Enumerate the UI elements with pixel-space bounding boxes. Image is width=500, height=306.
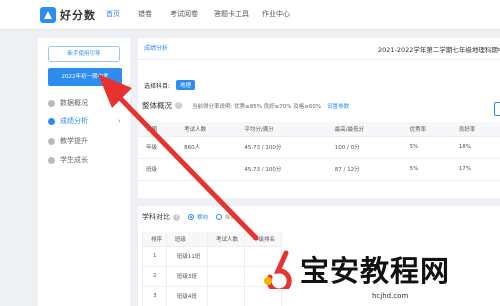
column-header: 范围 — [138, 122, 177, 137]
app-logo[interactable]: 好分数 — [40, 7, 96, 23]
sidebar-item-label: 数据概况 — [60, 99, 88, 107]
table-cell: 5% — [401, 158, 451, 181]
sidebar-item-label: 学生成长 — [60, 156, 88, 164]
sidebar-item-score-analysis[interactable]: 成绩分析 › — [48, 116, 121, 126]
watermark-logo-icon — [264, 250, 292, 289]
nav-answer-card-tool[interactable]: 答题卡工具 — [214, 9, 249, 19]
subject-selector: 选择科目: 地理 — [144, 80, 196, 90]
sidebar-item-teaching-improve[interactable]: 教学提升 — [48, 136, 88, 146]
nav-homework-center[interactable]: 作业中心 — [262, 9, 290, 19]
chevron-right-icon: › — [118, 117, 121, 125]
table-cell — [176, 158, 237, 181]
table-cell: 3 — [142, 286, 167, 306]
bulb-icon — [48, 137, 55, 145]
help-icon[interactable]: ? — [173, 213, 180, 221]
column-header: 排序 — [142, 232, 167, 247]
table-cell: 班级3班 — [166, 266, 209, 287]
app-name: 好分数 — [60, 9, 96, 22]
table-row: 班级 45.73 / 100分 87 / 12分 5% 17% — [138, 158, 500, 181]
help-icon[interactable]: ? — [175, 102, 182, 109]
set-params-link[interactable]: 设置参数 — [327, 102, 349, 110]
table-cell: 87 / 12分 — [326, 158, 402, 181]
column-header: 良好率 — [450, 122, 500, 137]
table-cell: 17% — [450, 158, 500, 181]
table-cell — [207, 286, 245, 306]
table-cell: 班级 — [138, 158, 177, 181]
section-divider — [138, 198, 500, 206]
column-header: 班级 — [166, 232, 209, 247]
table-cell: 年级 — [138, 136, 177, 159]
rate-note: 当前得分率说明: 优秀≥85% 良好≥70% 及格≥60% — [192, 103, 322, 110]
radio-vertical-label[interactable]: 纵向 — [225, 213, 236, 221]
subject-label: 选择科目: — [144, 82, 171, 90]
nav-error-papers[interactable]: 错卷 — [138, 9, 152, 19]
column-header: 最高/最低分 — [326, 122, 402, 137]
table-header-row: 排序 班级 考试人数 年级排名 — [142, 232, 283, 247]
column-header: 考试人数 — [176, 122, 237, 137]
tab-bar: 成绩分析 2021-2022学年第二学期七年级地理科期中考 — [138, 38, 500, 60]
sidebar-item-label: 成绩分析 — [60, 117, 88, 125]
table-row: 年级 860人 45.73 / 100分 100 / 0分 5% 18% — [138, 136, 500, 159]
table-cell: 班级11班 — [166, 246, 209, 267]
sidebar-item-data-overview[interactable]: 数据概况 — [48, 98, 88, 108]
table-cell: 5% — [401, 136, 451, 159]
column-header: 优秀率 — [401, 122, 451, 137]
compare-header: 学科对比 ? 横向 纵向 — [142, 212, 236, 222]
nav-home[interactable]: 首页 — [106, 9, 120, 19]
overview-table: 范围 考试人数 平均分/满分 最高/最低分 优秀率 良好率 年级 860人 45… — [138, 122, 500, 181]
column-header: 考试人数 — [207, 232, 245, 247]
watermark: 宝安教程网 — [258, 248, 450, 290]
exam-title: 2021-2022学年第二学期七年级地理科期中考 — [378, 46, 500, 54]
sidebar: 新手使用引导 2022年初一期中考 数据概况 成绩分析 › 教学提升 学生成长 — [38, 38, 130, 306]
table-cell: 860人 — [176, 136, 237, 159]
table-header-row: 范围 考试人数 平均分/满分 最高/最低分 优秀率 良好率 — [138, 122, 500, 137]
radio-vertical[interactable] — [216, 214, 223, 220]
radio-horizontal[interactable] — [188, 214, 194, 220]
top-nav-bar: 好分数 首页 错卷 考试阅卷 答题卡工具 作业中心 — [0, 0, 500, 30]
chart-icon — [48, 99, 55, 107]
subject-tag-geography[interactable]: 地理 — [176, 80, 196, 90]
table-cell — [207, 246, 245, 267]
table-cell: 45.73 / 100分 — [236, 158, 327, 181]
student-icon — [48, 156, 55, 164]
beginner-guide-button[interactable]: 新手使用引导 — [48, 46, 120, 62]
nav-exam-marking[interactable]: 考试阅卷 — [170, 9, 198, 19]
table-cell: 2 — [142, 266, 167, 287]
tab-score-analysis[interactable]: 成绩分析 — [144, 43, 168, 52]
watermark-url: hcjhd.com — [372, 292, 409, 300]
column-header: 年级排名 — [244, 232, 283, 247]
table-cell: 1 — [142, 246, 167, 267]
column-header: 平均分/满分 — [236, 122, 327, 137]
table-cell: 45.73 / 100分 — [236, 136, 327, 159]
exam-select-button[interactable]: 2022年初一期中考 — [48, 68, 122, 86]
table-cell: 100 / 0分 — [326, 136, 402, 159]
radio-horizontal-label[interactable]: 横向 — [197, 213, 208, 221]
panel-toggle-button[interactable] — [494, 102, 500, 116]
table-cell — [207, 266, 245, 287]
logo-icon — [40, 7, 56, 23]
analysis-icon — [48, 117, 55, 125]
table-cell: 班级4班 — [166, 286, 209, 306]
sidebar-item-student-growth[interactable]: 学生成长 — [48, 155, 88, 165]
sidebar-item-label: 教学提升 — [60, 137, 88, 145]
overview-header: 整体概况 ? 当前得分率说明: 优秀≥85% 良好≥70% 及格≥60% 设置参… — [142, 100, 349, 111]
overview-title: 整体概况 — [142, 101, 172, 110]
table-cell: 18% — [450, 136, 500, 159]
compare-title: 学科对比 — [142, 213, 170, 221]
watermark-text: 宝安教程网 — [300, 254, 451, 288]
